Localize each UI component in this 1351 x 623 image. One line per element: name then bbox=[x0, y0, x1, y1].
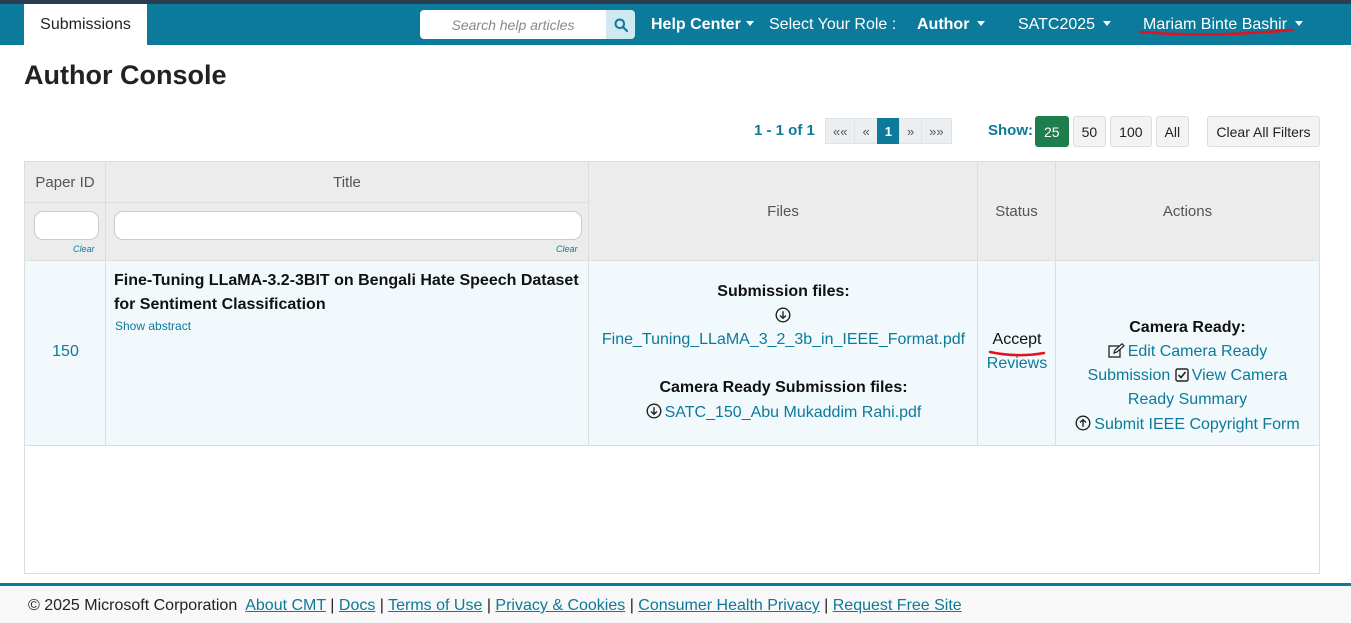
footer-link-privacy[interactable]: Privacy & Cookies bbox=[495, 597, 625, 614]
search-input[interactable] bbox=[420, 10, 606, 39]
status-cell: Accept Reviews bbox=[978, 261, 1056, 446]
role-label: Author bbox=[917, 16, 970, 33]
view-camera-ready-link[interactable]: View Camera bbox=[1192, 367, 1288, 384]
show-label: Show: bbox=[988, 122, 1033, 139]
page-size-50[interactable]: 50 bbox=[1072, 116, 1107, 147]
checkbox-icon bbox=[1175, 368, 1189, 382]
help-center-label: Help Center bbox=[651, 16, 741, 33]
footer-link-request-site[interactable]: Request Free Site bbox=[833, 597, 962, 614]
page-size-selector: 25 50 100 All bbox=[1035, 116, 1190, 147]
tab-submissions[interactable]: Submissions bbox=[24, 4, 147, 45]
paper-title: Fine-Tuning LLaMA-3.2-3BIT on Bengali Ha… bbox=[114, 272, 579, 313]
submissions-table: Paper ID Title Files Status Actions Clea… bbox=[24, 161, 1320, 574]
edit-view-row: Submission View Camera bbox=[1056, 367, 1319, 385]
submission-files-label: Submission files: bbox=[717, 283, 850, 300]
select-role-label: Select Your Role : bbox=[769, 16, 897, 33]
title-cell: Fine-Tuning LLaMA-3.2-3BIT on Bengali Ha… bbox=[106, 261, 589, 446]
page-title: Author Console bbox=[24, 60, 227, 90]
submission-file-link[interactable]: Fine_Tuning_LLaMA_3_2_3b_in_IEEE_Format.… bbox=[589, 331, 978, 349]
help-center-menu[interactable]: Help Center bbox=[651, 4, 754, 45]
filter-cell-title: Clear bbox=[106, 203, 589, 261]
help-search bbox=[420, 10, 635, 39]
view-camera-ready-link-cont[interactable]: Ready Summary bbox=[1056, 391, 1319, 409]
user-menu[interactable]: Mariam Binte Bashir bbox=[1143, 4, 1304, 45]
conference-label: SATC2025 bbox=[1018, 16, 1096, 33]
header-files: Files bbox=[589, 162, 978, 261]
copyright-form-link[interactable]: Submit IEEE Copyright Form bbox=[1094, 416, 1299, 433]
camera-ready-file-link[interactable]: SATC_150_Abu Mukaddim Rahi.pdf bbox=[665, 404, 922, 421]
clear-paper-id-filter[interactable]: Clear bbox=[73, 244, 95, 254]
footer-link-health-privacy[interactable]: Consumer Health Privacy bbox=[638, 597, 819, 614]
footer: © 2025 Microsoft Corporation About CMT |… bbox=[0, 586, 1351, 623]
reviews-link[interactable]: Reviews bbox=[978, 355, 1056, 373]
chevron-down-icon bbox=[1295, 21, 1304, 27]
actions-cell: Camera Ready: Edit Camera Ready Submissi… bbox=[1056, 261, 1319, 446]
last-page-button[interactable]: »» bbox=[921, 118, 952, 144]
camera-ready-files-label: Camera Ready Submission files: bbox=[659, 379, 908, 396]
top-navbar: Submissions Help Center Select Your Role… bbox=[0, 0, 1351, 45]
camera-ready-file-row: SATC_150_Abu Mukaddim Rahi.pdf bbox=[589, 403, 978, 422]
header-paper-id[interactable]: Paper ID bbox=[25, 162, 106, 203]
search-icon bbox=[614, 18, 628, 32]
clear-title-filter[interactable]: Clear bbox=[556, 244, 578, 254]
title-filter-input[interactable] bbox=[114, 211, 582, 240]
role-menu[interactable]: Author bbox=[917, 4, 986, 45]
copyright-row: Submit IEEE Copyright Form bbox=[1056, 415, 1319, 434]
chevron-down-icon bbox=[1103, 21, 1112, 27]
first-page-button[interactable]: «« bbox=[825, 118, 856, 144]
footer-link-about[interactable]: About CMT bbox=[245, 597, 326, 614]
pagination: «« « 1 » »» bbox=[825, 118, 952, 144]
paper-id-value: 150 bbox=[52, 343, 79, 360]
edit-camera-ready-link[interactable]: Edit Camera Ready bbox=[1128, 343, 1268, 360]
clear-all-filters-button[interactable]: Clear All Filters bbox=[1207, 116, 1320, 147]
filter-cell-paper-id: Clear bbox=[25, 203, 106, 261]
footer-link-docs[interactable]: Docs bbox=[339, 597, 375, 614]
header-title[interactable]: Title bbox=[106, 162, 589, 203]
footer-text: © 2025 Microsoft Corporation About CMT |… bbox=[28, 597, 962, 614]
edit-icon bbox=[1108, 343, 1125, 358]
header-actions: Actions bbox=[1056, 162, 1319, 261]
pager-info: 1 - 1 of 1 bbox=[754, 122, 815, 139]
chevron-down-icon bbox=[977, 21, 986, 27]
header-status[interactable]: Status bbox=[978, 162, 1056, 261]
footer-copyright: © 2025 Microsoft Corporation bbox=[28, 597, 238, 614]
status-value: Accept bbox=[992, 331, 1042, 348]
show-abstract-link[interactable]: Show abstract bbox=[115, 319, 191, 333]
edit-camera-ready-link-cont[interactable]: Submission bbox=[1088, 367, 1171, 384]
prev-page-button[interactable]: « bbox=[854, 118, 878, 144]
page-size-100[interactable]: 100 bbox=[1110, 116, 1152, 147]
page-size-25[interactable]: 25 bbox=[1035, 116, 1069, 147]
page-1-button[interactable]: 1 bbox=[876, 118, 900, 144]
paper-id-filter-input[interactable] bbox=[34, 211, 99, 240]
download-icon[interactable] bbox=[775, 307, 791, 323]
next-page-button[interactable]: » bbox=[898, 118, 923, 144]
files-cell: Submission files: Fine_Tuning_LLaMA_3_2_… bbox=[589, 261, 978, 446]
user-annotation-underline bbox=[1138, 28, 1294, 36]
page-size-all[interactable]: All bbox=[1155, 116, 1190, 147]
conference-menu[interactable]: SATC2025 bbox=[1018, 4, 1112, 45]
chevron-down-icon bbox=[745, 21, 754, 27]
edit-camera-ready-row: Edit Camera Ready bbox=[1056, 343, 1319, 361]
search-button[interactable] bbox=[606, 10, 635, 39]
camera-ready-label: Camera Ready: bbox=[1129, 319, 1246, 336]
footer-link-terms[interactable]: Terms of Use bbox=[388, 597, 482, 614]
table-row: 150 bbox=[25, 261, 106, 446]
download-icon[interactable] bbox=[646, 403, 662, 419]
upload-icon bbox=[1075, 415, 1091, 431]
